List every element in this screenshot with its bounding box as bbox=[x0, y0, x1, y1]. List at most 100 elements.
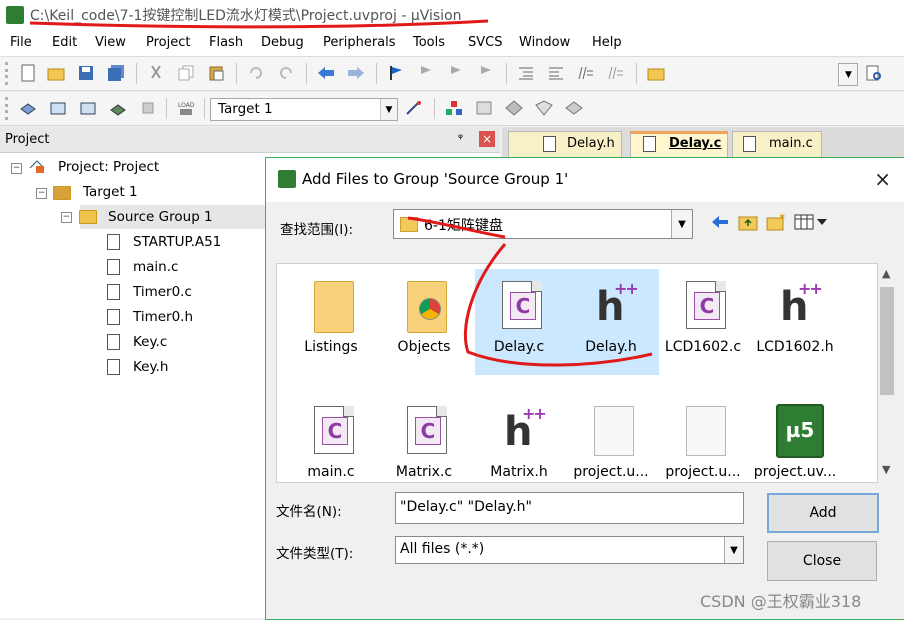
uvision-icon bbox=[6, 6, 24, 24]
menu-help[interactable]: Help bbox=[592, 35, 622, 50]
menu-debug[interactable]: Debug bbox=[261, 35, 304, 50]
open-folder-icon[interactable] bbox=[46, 63, 66, 83]
tree-file[interactable]: STARTUP.A51 bbox=[133, 234, 221, 250]
manage-runtime-icon[interactable] bbox=[504, 98, 524, 118]
file-item[interactable]: project.u... bbox=[659, 394, 751, 482]
save-icon[interactable] bbox=[76, 63, 96, 83]
bookmark-next-icon[interactable] bbox=[446, 63, 466, 83]
file-item[interactable]: C LCD1602.c bbox=[659, 269, 751, 375]
close-icon[interactable]: × bbox=[874, 167, 891, 191]
up-folder-icon[interactable] bbox=[738, 212, 758, 232]
file-item[interactable]: C Delay.c bbox=[475, 269, 567, 375]
file-item-name: Matrix.h bbox=[490, 464, 548, 480]
manage-project-items-icon[interactable] bbox=[444, 98, 464, 118]
stop-build-icon[interactable] bbox=[138, 98, 158, 118]
file-item[interactable]: Listings bbox=[287, 269, 379, 375]
add-button[interactable]: Add bbox=[767, 493, 879, 533]
undo-icon[interactable] bbox=[246, 63, 266, 83]
file-icon bbox=[543, 136, 556, 152]
scroll-down-icon[interactable]: ▼ bbox=[882, 463, 890, 476]
tree-target[interactable]: Target 1 bbox=[83, 184, 138, 200]
tab-main-c[interactable]: main.c bbox=[732, 131, 822, 157]
uncomment-icon[interactable] bbox=[606, 63, 626, 83]
file-item-name: Delay.h bbox=[585, 339, 637, 355]
target-select[interactable]: Target 1 ▼ bbox=[210, 98, 398, 121]
rebuild-icon[interactable] bbox=[78, 98, 98, 118]
scroll-up-icon[interactable]: ▲ bbox=[882, 267, 890, 280]
software-packs-icon[interactable] bbox=[564, 98, 584, 118]
file-item[interactable]: µ5 project.uv... bbox=[751, 394, 843, 482]
collapse-icon[interactable]: − bbox=[36, 188, 47, 199]
copy-icon[interactable] bbox=[176, 63, 196, 83]
bookmark-icon[interactable] bbox=[386, 63, 406, 83]
pack-installer-icon[interactable] bbox=[534, 98, 554, 118]
close-panel-icon[interactable]: × bbox=[479, 131, 495, 147]
look-in-select[interactable]: 6-1矩阵键盘 ▼ bbox=[393, 209, 693, 239]
close-button[interactable]: Close bbox=[767, 541, 877, 581]
toolbar-grip[interactable] bbox=[5, 97, 11, 120]
target-options-icon[interactable] bbox=[404, 98, 424, 118]
file-list-scrollbar[interactable]: ▲ ▼ bbox=[878, 263, 896, 481]
select-packs-icon[interactable] bbox=[474, 98, 494, 118]
back-arrow-icon[interactable] bbox=[710, 212, 730, 232]
indent-icon[interactable] bbox=[516, 63, 536, 83]
batch-build-icon[interactable] bbox=[108, 98, 128, 118]
save-all-icon[interactable] bbox=[106, 63, 126, 83]
nav-forward-icon[interactable] bbox=[346, 63, 366, 83]
build-icon[interactable] bbox=[48, 98, 68, 118]
file-item[interactable]: project.u... bbox=[567, 394, 659, 482]
menu-view[interactable]: View bbox=[95, 35, 126, 50]
bookmark-clear-icon[interactable] bbox=[476, 63, 496, 83]
menu-file[interactable]: File bbox=[10, 35, 32, 50]
chevron-down-icon: ▼ bbox=[724, 537, 743, 563]
tree-file[interactable]: Timer0.c bbox=[133, 284, 192, 300]
tab-delay-h[interactable]: Delay.h bbox=[508, 131, 622, 157]
tree-project[interactable]: Project: Project bbox=[58, 159, 159, 175]
menu-peripherals[interactable]: Peripherals bbox=[323, 35, 396, 50]
tree-file[interactable]: Key.c bbox=[133, 334, 167, 350]
view-menu-icon[interactable] bbox=[794, 212, 828, 232]
file-item[interactable]: h ++ LCD1602.h bbox=[751, 269, 843, 375]
nav-back-icon[interactable] bbox=[316, 63, 336, 83]
toolbar-grip[interactable] bbox=[5, 62, 11, 85]
redo-icon[interactable] bbox=[276, 63, 296, 83]
find-combo-dropdown[interactable]: ▼ bbox=[838, 63, 858, 86]
file-item[interactable]: Objects bbox=[380, 269, 472, 375]
file-item[interactable]: h ++ Delay.h bbox=[567, 269, 659, 375]
bookmark-prev-icon[interactable] bbox=[416, 63, 436, 83]
menu-flash[interactable]: Flash bbox=[209, 35, 243, 50]
new-file-icon[interactable] bbox=[18, 63, 38, 83]
menu-edit[interactable]: Edit bbox=[52, 35, 77, 50]
tree-file[interactable]: Timer0.h bbox=[133, 309, 193, 325]
collapse-icon[interactable]: − bbox=[61, 212, 72, 223]
menu-project[interactable]: Project bbox=[146, 35, 190, 50]
menu-window[interactable]: Window bbox=[519, 35, 570, 50]
collapse-icon[interactable]: − bbox=[11, 163, 22, 174]
cut-icon[interactable] bbox=[146, 63, 166, 83]
new-folder-icon[interactable]: ✶ bbox=[766, 212, 786, 232]
tree-file[interactable]: main.c bbox=[133, 259, 178, 275]
filetype-select[interactable]: All files (*.*) ▼ bbox=[395, 536, 744, 564]
comment-icon[interactable] bbox=[576, 63, 596, 83]
page-fold bbox=[531, 281, 542, 292]
filename-input[interactable]: "Delay.c" "Delay.h" bbox=[395, 492, 744, 524]
unindent-icon[interactable] bbox=[546, 63, 566, 83]
find-icon[interactable] bbox=[864, 63, 884, 83]
add-files-dialog: Add Files to Group 'Source Group 1' × 查找… bbox=[265, 157, 904, 620]
chrome-icon bbox=[419, 298, 441, 320]
menu-tools[interactable]: Tools bbox=[413, 35, 445, 50]
tree-group[interactable]: Source Group 1 bbox=[108, 209, 213, 225]
menu-svcs[interactable]: SVCS bbox=[468, 35, 502, 50]
file-item[interactable]: Cmain.c bbox=[287, 394, 379, 482]
pin-icon[interactable]: ᵠ bbox=[458, 131, 463, 145]
find-in-files-icon[interactable] bbox=[646, 63, 666, 83]
file-item[interactable]: C Matrix.c bbox=[380, 394, 472, 482]
scrollbar-thumb[interactable] bbox=[880, 287, 894, 395]
translate-icon[interactable] bbox=[18, 98, 38, 118]
tab-delay-c[interactable]: Delay.c bbox=[630, 131, 728, 159]
download-icon[interactable]: LOAD bbox=[176, 98, 196, 118]
file-item[interactable]: h ++ Matrix.h bbox=[475, 394, 567, 482]
paste-icon[interactable] bbox=[206, 63, 226, 83]
c-glyph: C bbox=[510, 292, 536, 320]
tree-file[interactable]: Key.h bbox=[133, 359, 168, 375]
